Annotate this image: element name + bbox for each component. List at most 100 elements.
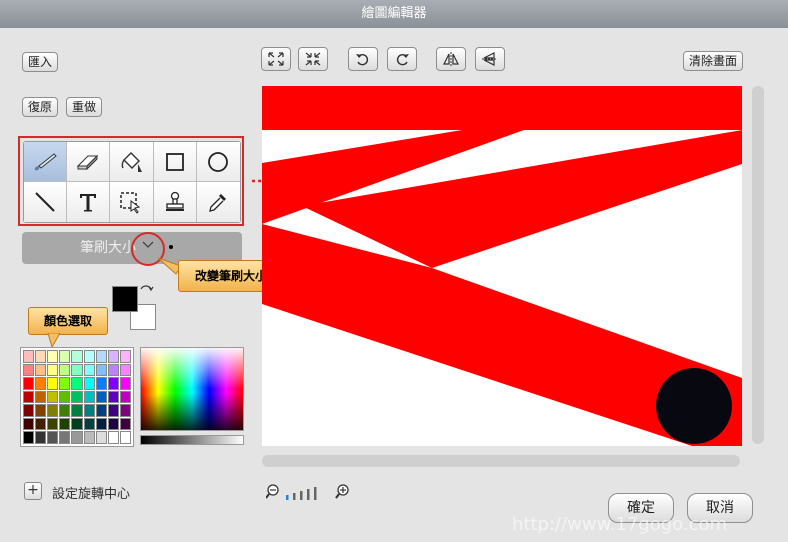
color-spectrum[interactable] bbox=[140, 347, 244, 431]
color-swatch[interactable] bbox=[83, 363, 95, 377]
color-swatch[interactable] bbox=[71, 363, 83, 377]
color-swatch[interactable] bbox=[119, 431, 131, 444]
plus-icon: + bbox=[27, 482, 39, 498]
color-swatch[interactable] bbox=[23, 377, 35, 390]
color-swatch[interactable] bbox=[71, 431, 83, 444]
color-swatch[interactable] bbox=[71, 404, 83, 417]
color-swatch[interactable] bbox=[95, 363, 107, 377]
color-swatch[interactable] bbox=[47, 404, 59, 417]
shrink-icon bbox=[305, 52, 321, 66]
color-swatch[interactable] bbox=[59, 377, 71, 390]
color-swatch[interactable] bbox=[59, 417, 71, 431]
color-swatch[interactable] bbox=[35, 377, 47, 390]
color-swatch[interactable] bbox=[95, 404, 107, 417]
color-swatch[interactable] bbox=[59, 404, 71, 417]
color-swatch[interactable] bbox=[83, 431, 95, 444]
window-title: 繪圖編輯器 bbox=[0, 0, 788, 28]
color-swatch[interactable] bbox=[23, 363, 35, 377]
flip-horizontal-icon bbox=[443, 52, 459, 66]
color-swatch[interactable] bbox=[107, 417, 119, 431]
color-swatch[interactable] bbox=[35, 431, 47, 444]
rectangle-icon[interactable] bbox=[153, 142, 197, 182]
color-swatch[interactable] bbox=[47, 417, 59, 431]
color-swatch[interactable] bbox=[47, 377, 59, 390]
color-swatch[interactable] bbox=[59, 390, 71, 404]
color-swatch[interactable] bbox=[35, 350, 47, 363]
color-swatch[interactable] bbox=[95, 350, 107, 363]
color-swatch[interactable] bbox=[119, 417, 131, 431]
color-swatch[interactable] bbox=[35, 363, 47, 377]
horizontal-scrollbar[interactable] bbox=[262, 455, 740, 467]
color-swatch[interactable] bbox=[35, 417, 47, 431]
color-swatch[interactable] bbox=[107, 404, 119, 417]
stamp-icon[interactable] bbox=[153, 182, 197, 222]
color-swatch[interactable] bbox=[119, 390, 131, 404]
color-swatch[interactable] bbox=[59, 363, 71, 377]
drawing-canvas[interactable] bbox=[262, 86, 742, 446]
watermark-text: http://www.17gogo.com bbox=[512, 514, 728, 535]
color-swatch[interactable] bbox=[83, 377, 95, 390]
brush-icon[interactable] bbox=[24, 142, 68, 182]
redo-button[interactable]: 重做 bbox=[66, 97, 102, 117]
color-swatch[interactable] bbox=[83, 390, 95, 404]
line-icon[interactable] bbox=[24, 182, 68, 222]
color-swatch[interactable] bbox=[83, 417, 95, 431]
color-swatch[interactable] bbox=[119, 363, 131, 377]
color-swatch[interactable] bbox=[59, 350, 71, 363]
color-swatch[interactable] bbox=[119, 377, 131, 390]
grayscale-bar[interactable] bbox=[140, 435, 244, 445]
color-swatch[interactable] bbox=[47, 350, 59, 363]
color-swatch[interactable] bbox=[71, 377, 83, 390]
color-swatch[interactable] bbox=[23, 350, 35, 363]
color-swatch[interactable] bbox=[83, 350, 95, 363]
color-swatch[interactable] bbox=[95, 431, 107, 444]
vertical-scrollbar[interactable] bbox=[752, 86, 764, 444]
rotation-center-button[interactable]: + bbox=[24, 482, 42, 500]
color-swatch[interactable] bbox=[107, 431, 119, 444]
shrink-button[interactable] bbox=[298, 47, 328, 71]
ellipse-icon[interactable] bbox=[196, 142, 240, 182]
color-swatch[interactable] bbox=[107, 390, 119, 404]
color-swatch[interactable] bbox=[107, 377, 119, 390]
foreground-color-swatch-front bbox=[112, 286, 138, 312]
color-swatch[interactable] bbox=[47, 390, 59, 404]
import-button[interactable]: 匯入 bbox=[22, 52, 58, 72]
color-swatch[interactable] bbox=[95, 390, 107, 404]
rotate-left-button[interactable] bbox=[348, 47, 378, 71]
color-swatch[interactable] bbox=[107, 363, 119, 377]
text-icon[interactable] bbox=[67, 182, 111, 222]
fill-bucket-icon[interactable] bbox=[110, 142, 154, 182]
color-swatch[interactable] bbox=[71, 350, 83, 363]
color-palette[interactable] bbox=[20, 347, 134, 447]
eyedropper-icon[interactable] bbox=[196, 182, 240, 222]
color-swatch[interactable] bbox=[23, 431, 35, 444]
color-swatch[interactable] bbox=[59, 431, 71, 444]
color-swatch[interactable] bbox=[35, 390, 47, 404]
tool-palette-highlight bbox=[18, 136, 244, 226]
flip-vertical-button[interactable] bbox=[475, 47, 505, 71]
color-swatch[interactable] bbox=[107, 350, 119, 363]
color-swatch[interactable] bbox=[23, 390, 35, 404]
color-swatch[interactable] bbox=[95, 417, 107, 431]
color-swatch[interactable] bbox=[71, 390, 83, 404]
select-icon[interactable] bbox=[110, 182, 154, 222]
color-swatch[interactable] bbox=[119, 350, 131, 363]
zoom-fit-button[interactable] bbox=[261, 47, 291, 71]
brush-size-dot bbox=[169, 245, 173, 249]
rotate-right-button[interactable] bbox=[387, 47, 417, 71]
color-swatch[interactable] bbox=[71, 417, 83, 431]
color-swatch[interactable] bbox=[47, 363, 59, 377]
color-swatch[interactable] bbox=[119, 404, 131, 417]
color-swatch[interactable] bbox=[95, 377, 107, 390]
color-swatch[interactable] bbox=[47, 431, 59, 444]
flip-horizontal-button[interactable] bbox=[436, 47, 466, 71]
color-swatch[interactable] bbox=[83, 404, 95, 417]
swap-colors-icon[interactable] bbox=[138, 283, 154, 299]
clear-canvas-button[interactable]: 清除畫面 bbox=[683, 51, 743, 71]
color-swatch[interactable] bbox=[23, 417, 35, 431]
undo-button[interactable]: 復原 bbox=[22, 97, 58, 117]
color-swatch[interactable] bbox=[23, 404, 35, 417]
color-swatch[interactable] bbox=[35, 404, 47, 417]
rotation-center-label: 設定旋轉中心 bbox=[52, 487, 131, 502]
eraser-icon[interactable] bbox=[67, 142, 111, 182]
